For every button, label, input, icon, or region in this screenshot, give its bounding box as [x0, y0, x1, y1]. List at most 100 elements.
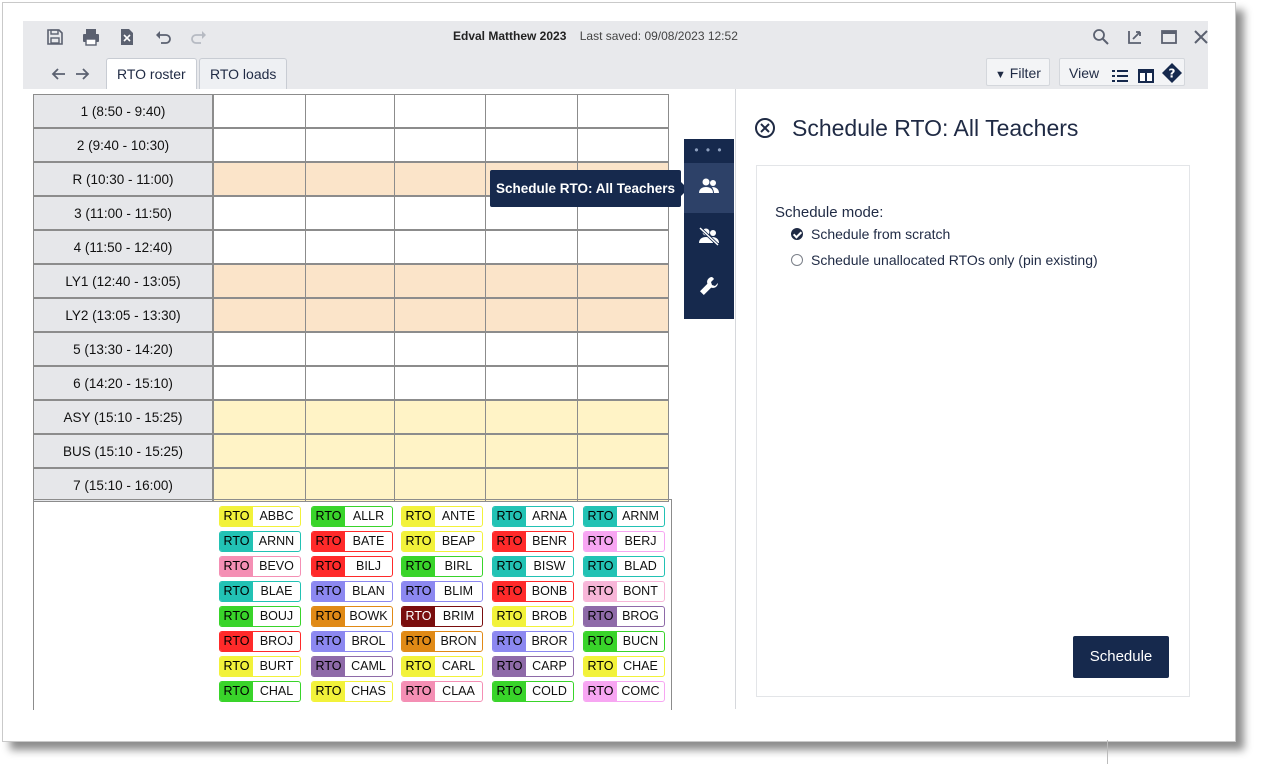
schedule-button[interactable]: Schedule [1073, 636, 1169, 678]
search-icon[interactable] [1091, 27, 1111, 47]
teacher-chip[interactable]: RTO ARNN [219, 531, 301, 552]
teacher-chip[interactable]: RTO BEVO [219, 556, 301, 577]
roster-cell[interactable] [485, 128, 578, 162]
teacher-chip[interactable]: RTO BURT [219, 656, 301, 677]
close-panel-icon[interactable] [754, 117, 776, 139]
roster-cell[interactable] [577, 230, 669, 264]
roster-cell[interactable] [213, 196, 306, 230]
roster-cell[interactable] [394, 434, 486, 468]
undo-icon[interactable] [153, 27, 173, 47]
roster-cell[interactable] [305, 468, 395, 502]
teacher-chip[interactable]: RTO BROG [583, 606, 665, 627]
roster-cell[interactable] [577, 298, 669, 332]
roster-cell[interactable] [577, 366, 669, 400]
teacher-chip[interactable]: RTO BLIM [401, 581, 483, 602]
roster-cell[interactable] [577, 128, 669, 162]
list-view-icon[interactable] [1112, 65, 1128, 82]
roster-cell[interactable] [213, 366, 306, 400]
option-schedule-from-scratch[interactable]: Schedule from scratch [791, 226, 950, 242]
roster-cell[interactable] [213, 264, 306, 298]
roster-cell[interactable] [577, 332, 669, 366]
roster-cell[interactable] [394, 366, 486, 400]
teacher-chip[interactable]: RTO BOWK [311, 606, 393, 627]
teacher-chip[interactable]: RTO BRON [401, 631, 483, 652]
print-icon[interactable] [81, 27, 101, 47]
roster-cell[interactable] [305, 298, 395, 332]
roster-cell[interactable] [213, 298, 306, 332]
roster-cell[interactable] [485, 264, 578, 298]
teacher-chip[interactable]: RTO ANTE [401, 506, 483, 527]
teacher-chip[interactable]: RTO BILJ [311, 556, 393, 577]
teacher-chip[interactable]: RTO BONT [583, 581, 665, 602]
roster-cell[interactable] [305, 366, 395, 400]
roster-cell[interactable] [577, 264, 669, 298]
teacher-chip[interactable]: RTO BLAN [311, 581, 393, 602]
teacher-chip[interactable]: RTO BERJ [583, 531, 665, 552]
teacher-chip[interactable]: RTO CARL [401, 656, 483, 677]
radio-unchecked-icon[interactable] [791, 254, 803, 266]
roster-cell[interactable] [305, 128, 395, 162]
roster-cell[interactable] [577, 400, 669, 434]
teacher-chip[interactable]: RTO ARNA [492, 506, 574, 527]
teacher-chip[interactable]: RTO ARNM [583, 506, 665, 527]
roster-cell[interactable] [485, 434, 578, 468]
teacher-chip[interactable]: RTO CHAE [583, 656, 665, 677]
tab-rto-loads[interactable]: RTO loads [199, 58, 288, 89]
roster-cell[interactable] [394, 468, 486, 502]
teacher-chip[interactable]: RTO BROJ [219, 631, 301, 652]
teacher-chip[interactable]: RTO ABBC [219, 506, 301, 527]
forward-arrow-icon[interactable] [72, 64, 92, 84]
help-icon[interactable]: ? [1162, 63, 1182, 83]
teacher-chip[interactable]: RTO CAML [311, 656, 393, 677]
roster-cell[interactable] [305, 230, 395, 264]
roster-cell[interactable] [213, 468, 306, 502]
roster-cell[interactable] [213, 400, 306, 434]
roster-cell[interactable] [305, 264, 395, 298]
roster-cell[interactable] [394, 264, 486, 298]
teacher-chip[interactable]: RTO BLAE [219, 581, 301, 602]
teacher-chip[interactable]: RTO COMC [583, 681, 665, 702]
teacher-chip[interactable]: RTO BATE [311, 531, 393, 552]
roster-cell[interactable] [213, 162, 306, 196]
schedule-selected-teachers-button[interactable] [684, 213, 734, 263]
teacher-chip[interactable]: RTO BROL [311, 631, 393, 652]
view-label[interactable]: View [1069, 59, 1099, 87]
roster-cell[interactable] [394, 162, 486, 196]
teacher-chip[interactable]: RTO ALLR [311, 506, 393, 527]
option-schedule-unallocated[interactable]: Schedule unallocated RTOs only (pin exis… [791, 252, 1098, 268]
roster-cell[interactable] [394, 230, 486, 264]
roster-cell[interactable] [485, 230, 578, 264]
roster-cell[interactable] [394, 128, 486, 162]
redo-icon[interactable] [189, 27, 209, 47]
roster-cell[interactable] [394, 298, 486, 332]
teacher-chip[interactable]: RTO BONB [492, 581, 574, 602]
roster-cell[interactable] [485, 94, 578, 128]
roster-cell[interactable] [577, 434, 669, 468]
teacher-chip[interactable]: RTO BUCN [583, 631, 665, 652]
radio-checked-icon[interactable] [791, 228, 803, 240]
roster-cell[interactable] [305, 94, 395, 128]
teacher-chip[interactable]: RTO BOUJ [219, 606, 301, 627]
roster-cell[interactable] [305, 434, 395, 468]
teacher-chip[interactable]: RTO BISW [492, 556, 574, 577]
table-view-icon[interactable] [1138, 65, 1154, 83]
export-file-icon[interactable] [117, 27, 137, 47]
teacher-chip[interactable]: RTO CARP [492, 656, 574, 677]
roster-cell[interactable] [485, 366, 578, 400]
maximize-icon[interactable] [1159, 27, 1179, 47]
teacher-chip[interactable]: RTO CHAL [219, 681, 301, 702]
teacher-chip[interactable]: RTO BROB [492, 606, 574, 627]
schedule-all-teachers-button[interactable] [684, 163, 734, 213]
roster-cell[interactable] [213, 94, 306, 128]
roster-cell[interactable] [394, 400, 486, 434]
roster-cell[interactable] [485, 468, 578, 502]
teacher-chip[interactable]: RTO COLD [492, 681, 574, 702]
roster-cell[interactable] [305, 162, 395, 196]
roster-cell[interactable] [485, 400, 578, 434]
drag-handle-icon[interactable]: • • • [684, 143, 734, 157]
roster-cell[interactable] [305, 332, 395, 366]
teacher-chip[interactable]: RTO BRIM [401, 606, 483, 627]
roster-cell[interactable] [305, 400, 395, 434]
tab-rto-roster[interactable]: RTO roster [106, 58, 197, 89]
roster-cell[interactable] [213, 434, 306, 468]
